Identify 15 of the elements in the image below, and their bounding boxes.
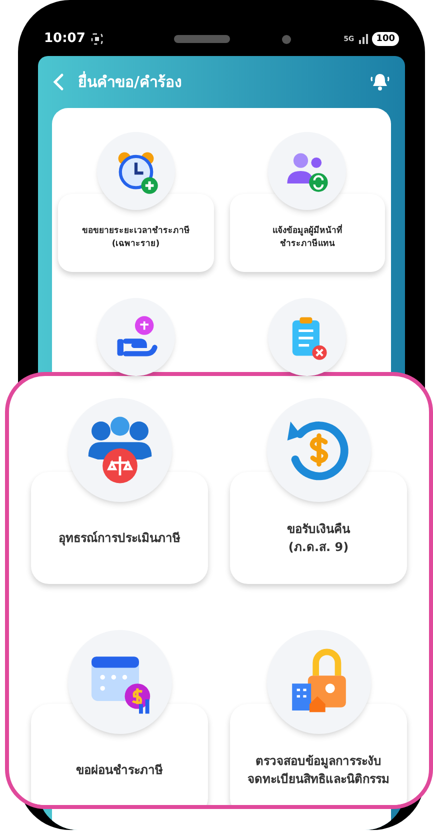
tile-label: ขอขยายระยะเวลาชำระภาษี (เฉพาะราย) <box>82 225 190 251</box>
menu-tile[interactable]: ขอขยายระยะเวลาชำระภาษี (เฉพาะราย) <box>58 194 214 272</box>
status-time: 10:07 <box>44 30 86 48</box>
battery-indicator: 100 <box>372 32 399 46</box>
tile-label: อุทธรณ์การประเมินภาษี <box>58 530 180 547</box>
notch-pill <box>174 35 230 43</box>
page-title: ยื่นคำขอ/คำร้อง <box>78 70 182 93</box>
bell-icon[interactable] <box>369 71 391 93</box>
signal-icon <box>358 34 368 44</box>
tile-label: ตรวจสอบข้อมูลการระงับ จดทะเบียนสิทธิและนิติกรรม <box>248 753 390 788</box>
menu-tile[interactable]: แจ้งข้อมูลผู้มีหน้าที่ ชำระภาษีแทน <box>230 194 385 272</box>
tile-label: แจ้งข้อมูลผู้มีหน้าที่ ชำระภาษีแทน <box>272 225 342 251</box>
screenshot-icon <box>91 33 104 45</box>
tile-label: ขอผ่อนชำระภาษี <box>76 762 163 779</box>
tile-label: ขอรับเงินคืน (ภ.ด.ส. 9) <box>287 521 350 556</box>
